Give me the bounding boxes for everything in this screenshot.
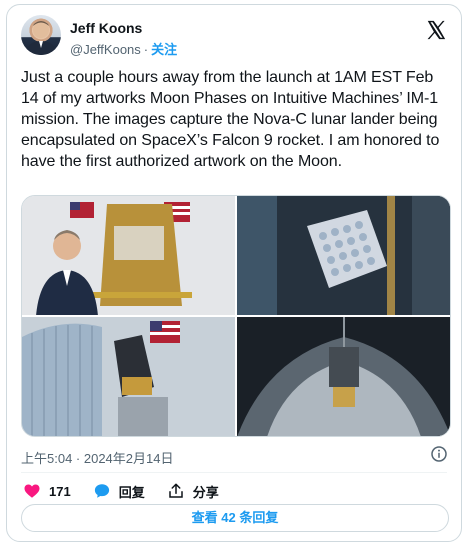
media-photo-2[interactable] <box>237 196 450 315</box>
heart-icon <box>24 484 40 498</box>
avatar[interactable] <box>21 15 61 55</box>
share-icon <box>168 483 183 498</box>
follow-button[interactable]: 关注 <box>151 42 177 57</box>
photo-2-illustration <box>237 196 450 315</box>
author-handle-row: @JeffKoons · 关注 <box>70 39 177 58</box>
reply-button[interactable]: 回复 <box>93 482 145 501</box>
photo-1-illustration <box>22 196 235 315</box>
reply-label: 回复 <box>118 484 145 500</box>
tweet-timestamp[interactable]: 上午5:04 · 2024年2月14日 <box>21 448 173 467</box>
action-bar: 171 回复 分享 <box>23 481 241 501</box>
media-photo-1[interactable] <box>22 196 235 315</box>
share-button[interactable]: 分享 <box>167 482 219 501</box>
author-name[interactable]: Jeff Koons <box>70 20 142 36</box>
media-photo-4[interactable] <box>237 317 450 436</box>
like-count: 171 <box>49 483 71 499</box>
tweet-card: Jeff Koons @JeffKoons · 关注 Just a couple h… <box>6 4 462 542</box>
info-icon[interactable] <box>431 446 447 462</box>
media-photo-3[interactable] <box>22 317 235 436</box>
separator-dot: · <box>143 42 149 57</box>
tweet-header: Jeff Koons @JeffKoons · 关注 <box>21 15 449 59</box>
author-handle[interactable]: @JeffKoons <box>70 42 141 57</box>
divider <box>21 472 447 473</box>
x-logo-icon[interactable] <box>425 19 447 41</box>
share-label: 分享 <box>192 484 219 500</box>
media-grid <box>21 195 451 437</box>
photo-4-illustration <box>237 317 450 436</box>
reply-icon <box>94 484 109 498</box>
like-button[interactable]: 171 <box>23 482 71 500</box>
view-replies-button[interactable]: 查看 42 条回复 <box>21 504 449 532</box>
photo-3-illustration <box>22 317 235 436</box>
tweet-text: Just a couple hours away from the launch… <box>21 69 440 170</box>
